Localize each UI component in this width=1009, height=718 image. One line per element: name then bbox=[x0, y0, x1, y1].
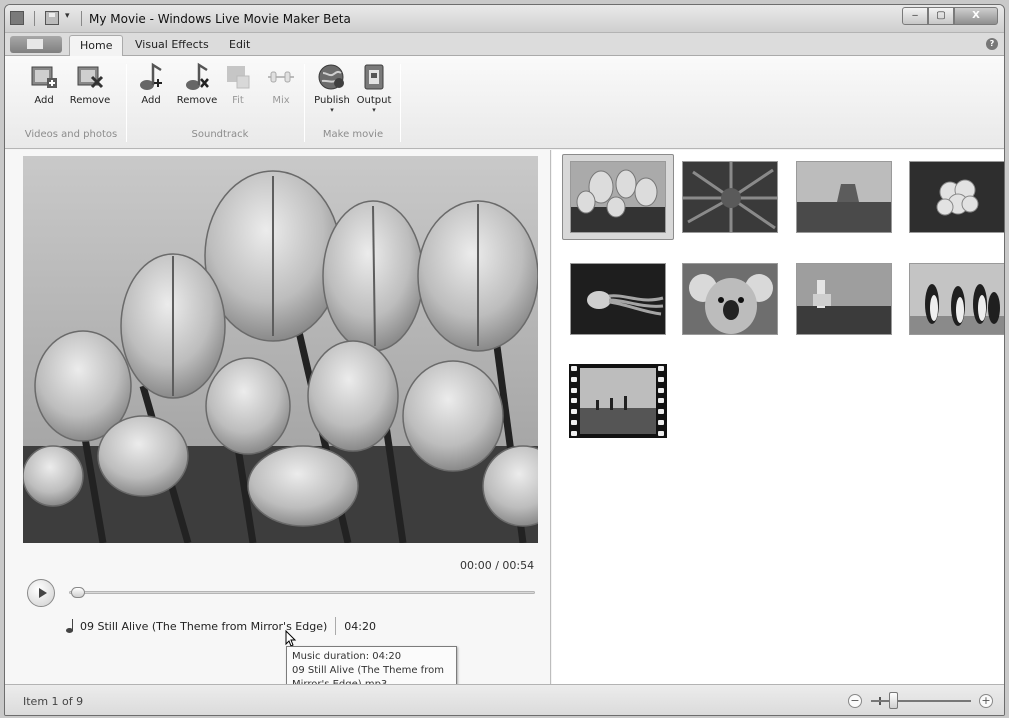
seek-bar[interactable] bbox=[69, 591, 535, 594]
add-video-icon bbox=[31, 66, 57, 88]
group-label-videos-photos: Videos and photos bbox=[24, 129, 118, 140]
zoom-out-button[interactable]: − bbox=[848, 694, 862, 708]
storyboard bbox=[552, 150, 1004, 684]
title-separator bbox=[34, 11, 35, 26]
status-bar: Item 1 of 9 − + bbox=[5, 684, 1004, 715]
app-window: ▾ My Movie - Windows Live Movie Maker Be… bbox=[4, 4, 1005, 716]
title-bar: ▾ My Movie - Windows Live Movie Maker Be… bbox=[5, 5, 1004, 33]
storyboard-item-video[interactable] bbox=[569, 364, 667, 438]
tooltip-duration: Music duration: 04:20 bbox=[292, 651, 402, 662]
koala-thumbnail bbox=[683, 264, 777, 334]
group-separator-3 bbox=[400, 64, 401, 142]
storyboard-item-tulips[interactable] bbox=[570, 161, 666, 233]
add-videos-photos-button[interactable]: Add bbox=[19, 62, 69, 122]
output-label: Output bbox=[356, 95, 392, 106]
tab-edit[interactable]: Edit bbox=[219, 35, 260, 56]
mix-icon bbox=[268, 71, 294, 83]
zoom-in-button[interactable]: + bbox=[979, 694, 993, 708]
storyboard-item-chrysanthemum[interactable] bbox=[682, 161, 778, 233]
remove-videos-photos-button[interactable]: Remove bbox=[65, 62, 115, 122]
add-music-icon bbox=[140, 62, 162, 90]
minimize-button[interactable]: ‒ bbox=[902, 7, 928, 25]
main-area: 00:00 / 00:54 09 Still Alive (The Theme … bbox=[5, 150, 1004, 696]
group-separator-2 bbox=[304, 64, 305, 142]
fit-icon bbox=[227, 66, 250, 89]
window-title: My Movie - Windows Live Movie Maker Beta bbox=[89, 12, 351, 26]
quick-access-dropdown-icon[interactable]: ▾ bbox=[65, 11, 70, 21]
storyboard-item-lighthouse[interactable] bbox=[796, 263, 892, 335]
add-music-label: Add bbox=[141, 95, 161, 106]
help-icon[interactable]: ? bbox=[986, 38, 998, 50]
zoom-slider-thumb[interactable] bbox=[889, 692, 898, 709]
soundtrack-info[interactable]: 09 Still Alive (The Theme from Mirror's … bbox=[66, 617, 376, 635]
seek-thumb[interactable] bbox=[71, 587, 85, 598]
preview-image[interactable] bbox=[23, 156, 538, 543]
add-music-button[interactable]: Add bbox=[126, 62, 176, 122]
storyboard-item-koala[interactable] bbox=[682, 263, 778, 335]
output-icon bbox=[364, 64, 384, 90]
tab-visual-effects[interactable]: Visual Effects bbox=[125, 35, 219, 56]
ribbon: Add Remove Videos and photos Add Remove … bbox=[5, 56, 1004, 149]
group-label-soundtrack: Soundtrack bbox=[191, 129, 249, 140]
add-videos-label: Add bbox=[34, 95, 54, 106]
globe-icon bbox=[318, 64, 344, 90]
tab-home[interactable]: Home bbox=[69, 35, 124, 56]
storyboard-item-hydrangeas[interactable] bbox=[909, 161, 1004, 233]
desert-thumbnail bbox=[797, 162, 891, 232]
music-note-icon bbox=[66, 619, 76, 633]
preview-pane: 00:00 / 00:54 09 Still Alive (The Theme … bbox=[5, 150, 551, 696]
remove-video-icon bbox=[77, 66, 104, 89]
storyboard-item-penguins[interactable] bbox=[909, 263, 1004, 335]
output-dropdown-icon: ▾ bbox=[372, 106, 376, 114]
close-button[interactable]: X bbox=[954, 7, 998, 25]
group-label-make-movie: Make movie bbox=[322, 129, 384, 140]
lighthouse-thumbnail bbox=[797, 264, 891, 334]
title-separator-2 bbox=[81, 11, 82, 26]
play-button[interactable] bbox=[27, 579, 55, 607]
time-readout: 00:00 / 00:54 bbox=[460, 559, 535, 572]
video-thumbnail bbox=[580, 368, 656, 434]
mix-label: Mix bbox=[272, 95, 290, 106]
tooltip-filename-line1: 09 Still Alive (The Theme from bbox=[292, 665, 444, 676]
zoom-slider[interactable] bbox=[871, 700, 971, 702]
penguins-thumbnail bbox=[910, 264, 1004, 334]
tulips-thumbnail bbox=[571, 162, 665, 232]
maximize-button[interactable]: ▢ bbox=[928, 7, 954, 25]
app-icon[interactable] bbox=[10, 11, 24, 25]
save-icon[interactable] bbox=[45, 11, 59, 25]
storyboard-item-jellyfish[interactable] bbox=[570, 263, 666, 335]
film-holes-right bbox=[658, 366, 665, 436]
chrysanthemum-thumbnail bbox=[683, 162, 777, 232]
jellyfish-thumbnail bbox=[571, 264, 665, 334]
application-menu-button[interactable] bbox=[10, 36, 62, 53]
tulips-preview-image bbox=[23, 156, 538, 543]
window-controls: ‒ ▢ X bbox=[902, 7, 998, 25]
soundtrack-separator bbox=[335, 617, 337, 635]
storyboard-item-desert[interactable] bbox=[796, 161, 892, 233]
mix-button[interactable]: Mix bbox=[256, 62, 306, 122]
remove-videos-label: Remove bbox=[69, 95, 111, 106]
remove-music-icon bbox=[186, 62, 209, 90]
soundtrack-duration: 04:20 bbox=[344, 619, 376, 633]
hydrangeas-thumbnail bbox=[910, 162, 1004, 232]
ribbon-tab-row: Home Visual Effects Edit ? bbox=[5, 33, 1004, 56]
output-button[interactable]: Output ▾ bbox=[349, 62, 399, 122]
film-holes-left bbox=[571, 366, 578, 436]
status-item-count: Item 1 of 9 bbox=[23, 695, 84, 708]
